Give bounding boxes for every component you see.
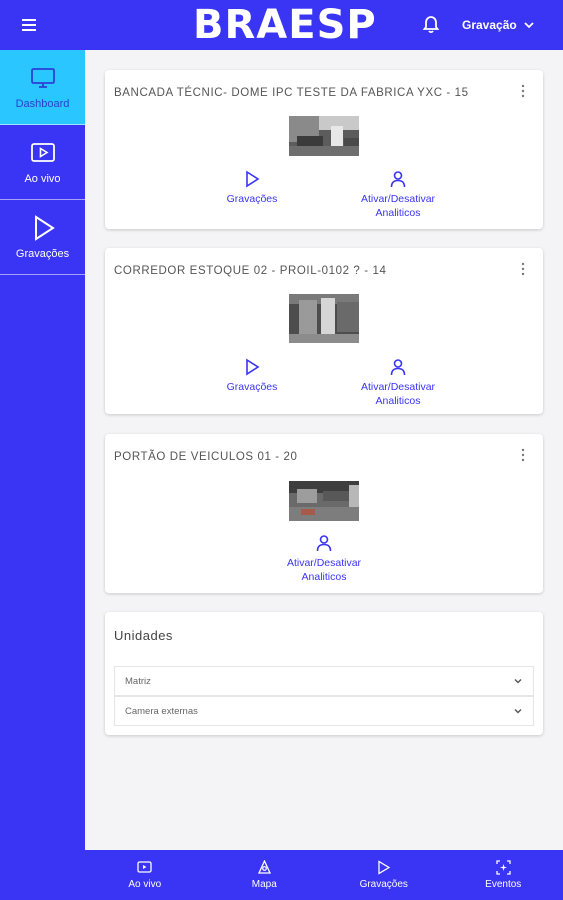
- bottom-nav-ao-vivo[interactable]: Ao vivo: [85, 850, 205, 900]
- hamburger-menu-icon[interactable]: [20, 15, 42, 35]
- toggle-analytics-button[interactable]: Ativar/Desativar Analiticos: [279, 534, 369, 584]
- analytics-label: Ativar/Desativar Analiticos: [360, 381, 436, 407]
- unit-accordion-camera-externas[interactable]: Camera externas: [114, 696, 534, 726]
- dashboard-content: BANCADA TÉCNIC- DOME IPC TESTE DA FABRIC…: [85, 50, 563, 850]
- bottom-nav-label: Eventos: [485, 879, 522, 890]
- chevron-down-icon: [514, 679, 522, 684]
- camera-thumbnail[interactable]: [289, 481, 359, 521]
- sidebar-item-ao-vivo[interactable]: Ao vivo: [0, 125, 85, 200]
- recordings-button[interactable]: Gravações: [217, 170, 287, 206]
- user-menu-label: Gravação: [462, 18, 517, 32]
- camera-title: BANCADA TÉCNIC- DOME IPC TESTE DA FABRIC…: [114, 87, 469, 99]
- user-icon: [390, 359, 406, 376]
- bottom-nav-mapa[interactable]: Mapa: [205, 850, 325, 900]
- braesp-logo: BRAESP: [193, 2, 377, 48]
- recordings-label: Gravações: [226, 381, 278, 393]
- recordings-label: Gravações: [226, 193, 278, 205]
- user-menu-dropdown[interactable]: Gravação: [462, 15, 535, 35]
- play-icon: [34, 215, 55, 241]
- camera-card: BANCADA TÉCNIC- DOME IPC TESTE DA FABRIC…: [105, 70, 543, 229]
- camera-title: PORTÃO DE VEICULOS 01 - 20: [114, 451, 298, 463]
- sidebar-item-label: Dashboard: [15, 98, 70, 110]
- sidebar-item-label: Ao vivo: [24, 173, 61, 185]
- play-icon: [246, 170, 260, 188]
- monitor-icon: [30, 68, 55, 88]
- units-card: Unidades Matriz Camera externas: [105, 612, 543, 735]
- bottom-nav-label: Mapa: [251, 879, 277, 890]
- toggle-analytics-button[interactable]: Ativar/Desativar Analiticos: [353, 358, 443, 408]
- live-icon: [137, 861, 152, 873]
- bottom-nav-gravacoes[interactable]: Gravações: [324, 850, 444, 900]
- recordings-button[interactable]: Gravações: [217, 358, 287, 394]
- events-icon: [496, 860, 511, 875]
- bottom-navigation: Ao vivo Mapa Gravações Eventos: [85, 850, 563, 900]
- sidebar-item-gravacoes[interactable]: Gravações: [0, 200, 85, 275]
- more-options-icon[interactable]: [521, 448, 525, 462]
- map-pin-icon: [257, 860, 271, 874]
- unit-label: Camera externas: [125, 705, 198, 717]
- bottom-nav-label: Ao vivo: [128, 879, 162, 890]
- sidebar: Dashboard Ao vivo Gravações: [0, 50, 85, 900]
- camera-card: CORREDOR ESTOQUE 02 - PROIL-0102 ? - 14 …: [105, 248, 543, 414]
- camera-thumbnail[interactable]: [289, 116, 359, 156]
- play-icon: [246, 358, 260, 376]
- bottom-nav-label: Gravações: [359, 879, 408, 890]
- top-bar: BRAESP Gravação: [0, 0, 563, 50]
- user-icon: [390, 171, 406, 188]
- unit-label: Matriz: [125, 675, 151, 687]
- camera-thumbnail[interactable]: [289, 294, 359, 343]
- play-icon: [378, 860, 391, 875]
- sidebar-item-label: Gravações: [15, 248, 70, 260]
- more-options-icon[interactable]: [521, 84, 525, 98]
- chevron-down-icon: [524, 22, 534, 29]
- toggle-analytics-button[interactable]: Ativar/Desativar Analiticos: [353, 170, 443, 220]
- sidebar-item-dashboard[interactable]: Dashboard: [0, 50, 85, 125]
- unit-accordion-matriz[interactable]: Matriz: [114, 666, 534, 696]
- camera-card: PORTÃO DE VEICULOS 01 - 20 Ativar/Desati…: [105, 434, 543, 593]
- bell-icon[interactable]: [421, 15, 441, 35]
- user-icon: [316, 535, 332, 552]
- bottom-nav-eventos[interactable]: Eventos: [444, 850, 563, 900]
- units-title: Unidades: [114, 628, 173, 643]
- camera-title: CORREDOR ESTOQUE 02 - PROIL-0102 ? - 14: [114, 265, 387, 277]
- more-options-icon[interactable]: [521, 262, 525, 276]
- live-icon: [30, 143, 55, 162]
- analytics-label: Ativar/Desativar Analiticos: [360, 193, 436, 219]
- analytics-label: Ativar/Desativar Analiticos: [286, 557, 362, 583]
- chevron-down-icon: [514, 709, 522, 714]
